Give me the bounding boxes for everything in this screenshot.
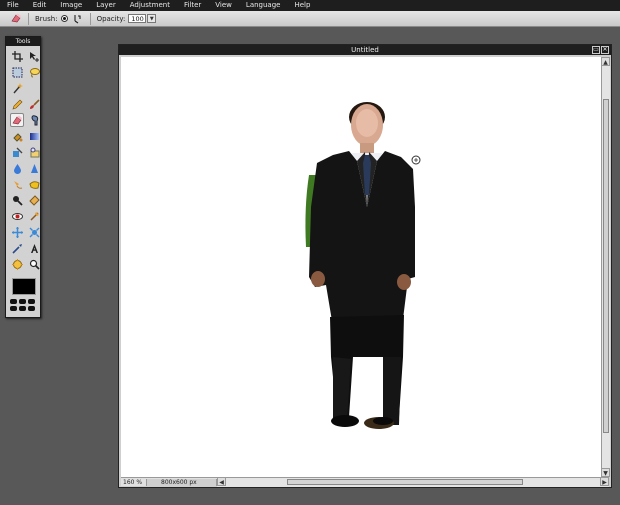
type-tool-icon[interactable] [27, 241, 41, 255]
brush-label: Brush: [35, 14, 58, 23]
document-titlebar[interactable]: Untitled ▭ ✕ [119, 45, 611, 55]
clone-tool-icon[interactable] [27, 113, 41, 127]
mode-dot[interactable] [19, 306, 26, 311]
bloat-tool-icon[interactable] [10, 225, 24, 239]
mode-dot[interactable] [19, 299, 26, 304]
document-window: Untitled ▭ ✕ ▲ ▼ 160 % 800x600 px ◀ ▶ [118, 44, 612, 488]
color-replace-tool-icon[interactable] [10, 145, 24, 159]
eraser-icon [10, 13, 22, 25]
options-bar: Brush: Opacity: 100 ▼ [0, 11, 620, 27]
image-dimensions: 800x600 px [147, 478, 217, 486]
red-eye-tool-icon[interactable] [10, 209, 24, 223]
burn-tool-icon[interactable] [27, 209, 41, 223]
empty-slot [27, 81, 41, 95]
menu-language[interactable]: Language [239, 0, 288, 11]
fill-tool-icon[interactable] [10, 129, 24, 143]
menu-edit[interactable]: Edit [26, 0, 54, 11]
vertical-scroll-thumb[interactable] [603, 99, 609, 433]
mask-mode-buttons[interactable] [10, 299, 38, 311]
menu-layer[interactable]: Layer [89, 0, 123, 11]
lasso-tool-icon[interactable] [27, 65, 41, 79]
tools-panel-title: Tools [6, 37, 40, 46]
hand-tool-icon[interactable] [10, 257, 24, 271]
opacity-field[interactable]: 100 [128, 14, 147, 23]
pinch-tool-icon[interactable] [27, 225, 41, 239]
sharpen-tool-icon[interactable] [27, 161, 41, 175]
marquee-tool-icon[interactable] [10, 65, 24, 79]
foreground-color-swatch[interactable] [12, 278, 36, 295]
menu-file[interactable]: File [0, 0, 26, 11]
color-picker-tool-icon[interactable] [10, 241, 24, 255]
menu-adjustment[interactable]: Adjustment [123, 0, 177, 11]
menu-view[interactable]: View [208, 0, 239, 11]
maximize-icon[interactable]: ▭ [592, 46, 600, 54]
mode-dot[interactable] [28, 299, 35, 304]
drawing-tool-icon[interactable] [27, 145, 41, 159]
brush-cursor-icon [411, 155, 421, 165]
menu-help[interactable]: Help [287, 0, 317, 11]
horizontal-scroll-thumb[interactable] [287, 478, 523, 485]
horizontal-scrollbar[interactable]: ◀ ▶ [217, 476, 609, 487]
brush-tool-icon[interactable] [27, 97, 41, 111]
close-icon[interactable]: ✕ [601, 46, 609, 54]
mode-dot[interactable] [10, 306, 17, 311]
dodge-tool-icon[interactable] [27, 193, 41, 207]
divider [89, 12, 91, 25]
eraser-tool-icon[interactable] [10, 113, 24, 127]
zoom-level[interactable]: 160 % [121, 478, 147, 486]
tools-panel: Tools [5, 36, 41, 318]
magic-wand-tool-icon[interactable] [10, 81, 24, 95]
gradient-tool-icon[interactable] [27, 129, 41, 143]
pencil-tool-icon[interactable] [10, 97, 24, 111]
mode-dot[interactable] [28, 306, 35, 311]
menu-filter[interactable]: Filter [177, 0, 208, 11]
opacity-label: Opacity: [96, 14, 126, 23]
sponge-tool-icon[interactable] [27, 177, 41, 191]
scroll-left-icon[interactable]: ◀ [217, 476, 226, 486]
status-bar: 160 % 800x600 px ◀ ▶ [121, 476, 609, 487]
menu-bar: File Edit Image Layer Adjustment Filter … [0, 0, 620, 11]
scroll-right-icon[interactable]: ▶ [600, 476, 609, 486]
opacity-dropdown-icon[interactable]: ▼ [147, 14, 157, 23]
person-photo [305, 102, 415, 429]
move-tool-icon[interactable] [27, 49, 41, 63]
menu-image[interactable]: Image [53, 0, 89, 11]
crop-tool-icon[interactable] [10, 49, 24, 63]
divider [28, 12, 29, 25]
smudge-tool-icon[interactable] [10, 177, 24, 191]
brush-mode-icon[interactable] [72, 13, 84, 25]
zoom-tool-icon[interactable] [27, 257, 41, 271]
image-canvas[interactable] [121, 57, 601, 477]
document-title: Untitled [351, 46, 379, 54]
vertical-scrollbar[interactable]: ▲ ▼ [601, 57, 610, 477]
blur-tool-icon[interactable] [10, 161, 24, 175]
mode-dot[interactable] [10, 299, 17, 304]
brush-picker[interactable] [60, 15, 68, 22]
zoom-loupe-icon[interactable] [10, 193, 24, 207]
scroll-up-icon[interactable]: ▲ [601, 57, 610, 66]
